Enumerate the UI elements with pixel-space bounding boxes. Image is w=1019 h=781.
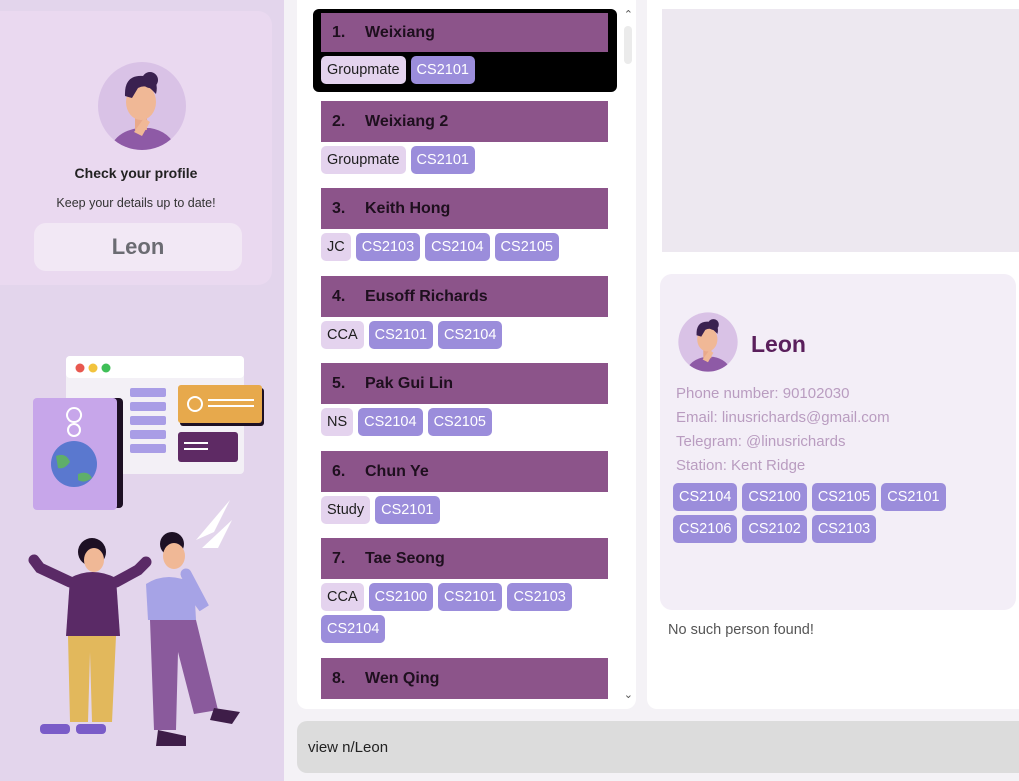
person-index: 5. [332, 374, 346, 392]
module-tag: CS2101 [368, 321, 434, 349]
module-tag: CS2101 [375, 496, 440, 524]
command-input[interactable] [308, 738, 1019, 756]
tag: CCA [321, 321, 364, 349]
person-list[interactable]: ⌃ ⌄ 1. Weixiang Groupmate CS2101 2. Weix… [297, 0, 636, 709]
detail-tags: CS2104 CS2100 CS2105 CS2101 CS2106 CS210… [673, 483, 973, 543]
person-card-header: 2. Weixiang 2 [321, 101, 608, 142]
person-card-header: 8. Wen Qing [321, 658, 608, 699]
scrollbar-thumb[interactable] [624, 26, 632, 64]
module-tag: CS2105 [494, 233, 559, 261]
people-illustration [28, 356, 264, 746]
person-card[interactable]: 4. Eusoff Richards CCA CS2101 CS2104 [321, 276, 608, 353]
module-tag: CS2102 [742, 515, 807, 543]
person-tags: Groupmate CS2101 [321, 142, 608, 178]
profile-name-button[interactable]: Leon [34, 223, 242, 271]
module-tag: CS2103 [355, 233, 421, 261]
person-card[interactable]: 3. Keith Hong JC CS2103 CS2104 CS2105 [321, 188, 608, 265]
profile-heading: Check your profile [74, 165, 198, 181]
tag: Groupmate [321, 56, 406, 84]
detail-email: Email: linusrichards@gmail.com [676, 409, 890, 426]
module-tag: CS2104 [358, 408, 423, 436]
detail-phone: Phone number: 90102030 [676, 385, 850, 402]
person-index: 7. [332, 549, 346, 567]
person-card[interactable]: 8. Wen Qing [321, 658, 608, 699]
person-tags: Groupmate CS2101 [321, 52, 608, 88]
person-card[interactable]: 7. Tae Seong CCA CS2100 CS2101 CS2103 CS… [321, 538, 608, 647]
command-box[interactable] [297, 721, 1019, 773]
person-name: Eusoff Richards [365, 287, 488, 305]
person-card[interactable]: 2. Weixiang 2 Groupmate CS2101 [321, 101, 608, 178]
module-tag: CS2104 [425, 233, 490, 261]
detail-station: Station: Kent Ridge [676, 457, 806, 474]
module-tag: CS2103 [507, 583, 572, 611]
result-display [662, 9, 1019, 252]
person-index: 8. [332, 669, 346, 687]
person-index: 2. [332, 112, 346, 130]
module-tag: CS2105 [427, 408, 492, 436]
detail-avatar [678, 312, 738, 372]
module-tag: CS2101 [438, 583, 503, 611]
sidebar: Check your profile Keep your details up … [0, 0, 284, 781]
person-name: Wen Qing [365, 669, 440, 687]
module-tag: CS2100 [368, 583, 434, 611]
person-name: Weixiang 2 [365, 112, 449, 130]
person-index: 4. [332, 287, 346, 305]
detail-telegram: Telegram: @linusrichards [676, 433, 846, 450]
person-card-header: 3. Keith Hong [321, 188, 608, 229]
profile-avatar [98, 62, 186, 150]
person-tags: CCA CS2100 CS2101 CS2103 CS2104 [321, 579, 608, 647]
person-card-header: 5. Pak Gui Lin [321, 363, 608, 404]
profile-subtitle: Keep your details up to date! [56, 196, 216, 210]
person-card-header: 7. Tae Seong [321, 538, 608, 579]
status-message: No such person found! [668, 622, 814, 638]
module-tag: CS2105 [811, 483, 877, 511]
module-tag: CS2101 [410, 56, 475, 84]
person-index: 1. [332, 23, 346, 41]
tag: Groupmate [321, 146, 406, 174]
person-tags: Study CS2101 [321, 492, 608, 528]
module-tag: CS2104 [673, 483, 738, 511]
module-tag: CS2106 [673, 515, 738, 543]
person-name: Weixiang [365, 23, 435, 41]
tag: CCA [321, 583, 364, 611]
person-tags: NS CS2104 CS2105 [321, 404, 608, 440]
module-tag: CS2104 [321, 615, 386, 643]
person-name: Chun Ye [365, 462, 429, 480]
tag: Study [321, 496, 371, 524]
person-tags: JC CS2103 CS2104 CS2105 [321, 229, 608, 265]
module-tag: CS2101 [881, 483, 946, 511]
person-card-selected[interactable]: 1. Weixiang Groupmate CS2101 [313, 9, 617, 92]
person-name: Tae Seong [365, 549, 445, 567]
module-tag: CS2101 [410, 146, 475, 174]
chevron-down-icon[interactable]: ⌄ [624, 688, 633, 701]
person-index: 6. [332, 462, 346, 480]
person-card[interactable]: 6. Chun Ye Study CS2101 [321, 451, 608, 528]
profile-card[interactable]: Check your profile Keep your details up … [0, 11, 272, 285]
person-card[interactable]: 5. Pak Gui Lin NS CS2104 CS2105 [321, 363, 608, 440]
person-card-header: 4. Eusoff Richards [321, 276, 608, 317]
person-tags: CCA CS2101 CS2104 [321, 317, 608, 353]
person-index: 3. [332, 199, 346, 217]
person-name: Keith Hong [365, 199, 451, 217]
module-tag: CS2100 [742, 483, 807, 511]
tag: JC [321, 233, 351, 261]
tag: NS [321, 408, 354, 436]
person-name: Pak Gui Lin [365, 374, 454, 392]
person-detail-card: Leon Phone number: 90102030 Email: linus… [660, 274, 1016, 610]
module-tag: CS2104 [438, 321, 503, 349]
person-card-header: 1. Weixiang [321, 13, 608, 52]
detail-name: Leon [751, 331, 806, 357]
person-card-header: 6. Chun Ye [321, 451, 608, 492]
detail-panel: Leon Phone number: 90102030 Email: linus… [647, 0, 1019, 709]
chevron-up-icon[interactable]: ⌃ [624, 8, 633, 21]
module-tag: CS2103 [811, 515, 877, 543]
